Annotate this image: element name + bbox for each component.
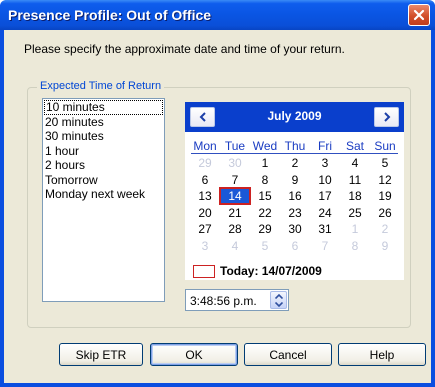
list-item[interactable]: 10 minutes bbox=[44, 100, 163, 115]
instruction-text: Please specify the approximate date and … bbox=[24, 42, 345, 56]
today-label: Today: 14/07/2009 bbox=[220, 264, 322, 278]
prev-month-button[interactable] bbox=[190, 107, 215, 127]
calendar-day[interactable]: 30 bbox=[280, 221, 310, 237]
weekday-label: Wed bbox=[252, 139, 278, 153]
skip-etr-button[interactable]: Skip ETR bbox=[59, 343, 143, 366]
weekday-label: Sun bbox=[374, 139, 396, 153]
dialog-window: Presence Profile: Out of Office Please s… bbox=[0, 0, 435, 387]
next-month-button[interactable] bbox=[374, 107, 399, 127]
calendar-day[interactable]: 4 bbox=[220, 238, 250, 254]
time-spinner[interactable] bbox=[270, 291, 287, 309]
month-calendar[interactable]: July 2009 Mon Tue Wed Thu Fri Sat Sun 29 30 1 2 3 4… bbox=[185, 102, 404, 280]
dialog-client: Please specify the approximate date and … bbox=[4, 30, 431, 383]
calendar-day[interactable]: 25 bbox=[340, 205, 370, 221]
calendar-day[interactable]: 3 bbox=[190, 238, 220, 254]
list-item[interactable]: 30 minutes bbox=[43, 129, 164, 144]
calendar-day[interactable]: 6 bbox=[190, 172, 220, 188]
calendar-day[interactable]: 17 bbox=[310, 188, 340, 204]
calendar-day[interactable]: 27 bbox=[190, 221, 220, 237]
calendar-day[interactable]: 13 bbox=[190, 188, 220, 204]
list-item[interactable]: Tomorrow bbox=[43, 173, 164, 188]
calendar-day[interactable]: 14 bbox=[219, 187, 251, 205]
weekday-header: Mon Tue Wed Thu Fri Sat Sun bbox=[190, 139, 400, 153]
today-marker-icon bbox=[193, 264, 215, 278]
calendar-day[interactable]: 20 bbox=[190, 205, 220, 221]
weekday-label: Sat bbox=[345, 139, 364, 153]
duration-list[interactable]: 10 minutes 20 minutes 30 minutes 1 hour … bbox=[42, 98, 165, 302]
calendar-day[interactable]: 8 bbox=[250, 172, 280, 188]
chevron-right-icon bbox=[383, 112, 390, 122]
calendar-day[interactable]: 5 bbox=[370, 155, 400, 171]
calendar-day[interactable]: 19 bbox=[370, 188, 400, 204]
calendar-day[interactable]: 18 bbox=[340, 188, 370, 204]
calendar-day[interactable]: 6 bbox=[280, 238, 310, 254]
title-bar[interactable]: Presence Profile: Out of Office bbox=[0, 0, 435, 30]
window-title: Presence Profile: Out of Office bbox=[8, 7, 212, 23]
calendar-month-title[interactable]: July 2009 bbox=[225, 109, 364, 123]
calendar-day[interactable]: 9 bbox=[280, 172, 310, 188]
calendar-day[interactable]: 12 bbox=[370, 172, 400, 188]
calendar-day[interactable]: 30 bbox=[220, 155, 250, 171]
time-value[interactable]: 3:48:56 p.m. bbox=[190, 294, 257, 308]
calendar-day[interactable]: 21 bbox=[220, 205, 250, 221]
close-icon bbox=[413, 9, 425, 21]
weekday-label: Mon bbox=[193, 139, 217, 153]
list-item[interactable]: 1 hour bbox=[43, 144, 164, 159]
chevron-left-icon bbox=[199, 112, 206, 122]
calendar-day[interactable]: 15 bbox=[250, 188, 280, 204]
calendar-day[interactable]: 22 bbox=[250, 205, 280, 221]
list-item[interactable]: Monday next week bbox=[43, 187, 164, 202]
calendar-day[interactable]: 10 bbox=[310, 172, 340, 188]
weekday-label: Tue bbox=[224, 139, 246, 153]
ok-button[interactable]: OK bbox=[150, 343, 238, 366]
calendar-day[interactable]: 28 bbox=[220, 221, 250, 237]
caret-up-icon[interactable] bbox=[274, 293, 283, 299]
calendar-day[interactable]: 29 bbox=[250, 221, 280, 237]
calendar-day[interactable]: 23 bbox=[280, 205, 310, 221]
calendar-day[interactable]: 29 bbox=[190, 155, 220, 171]
return-time-field[interactable]: 3:48:56 p.m. bbox=[185, 289, 289, 311]
calendar-day[interactable]: 9 bbox=[370, 238, 400, 254]
close-button[interactable] bbox=[408, 4, 430, 26]
weekday-divider bbox=[191, 153, 398, 154]
calendar-day[interactable]: 7 bbox=[220, 172, 250, 188]
list-item[interactable]: 20 minutes bbox=[43, 115, 164, 130]
calendar-day[interactable]: 5 bbox=[250, 238, 280, 254]
help-button[interactable]: Help bbox=[338, 343, 426, 366]
calendar-day[interactable]: 31 bbox=[310, 221, 340, 237]
caret-down-icon[interactable] bbox=[274, 301, 283, 307]
calendar-day[interactable]: 16 bbox=[280, 188, 310, 204]
group-label: Expected Time of Return bbox=[37, 80, 165, 92]
calendar-day[interactable]: 8 bbox=[340, 238, 370, 254]
calendar-day[interactable]: 4 bbox=[340, 155, 370, 171]
calendar-day[interactable]: 26 bbox=[370, 205, 400, 221]
calendar-day[interactable]: 2 bbox=[370, 221, 400, 237]
calendar-day[interactable]: 1 bbox=[340, 221, 370, 237]
calendar-day[interactable]: 24 bbox=[310, 205, 340, 221]
today-link[interactable]: Today: 14/07/2009 bbox=[193, 264, 322, 278]
weekday-label: Thu bbox=[284, 139, 306, 153]
calendar-day[interactable]: 7 bbox=[310, 238, 340, 254]
cancel-button[interactable]: Cancel bbox=[244, 343, 332, 366]
calendar-day[interactable]: 11 bbox=[340, 172, 370, 188]
calendar-day[interactable]: 3 bbox=[310, 155, 340, 171]
calendar-header: July 2009 bbox=[185, 102, 404, 132]
calendar-day-grid[interactable]: 29 30 1 2 3 4 5 6 7 8 9 10 11 12 13 14 15 16 17 18 19 20 21 22 2… bbox=[190, 155, 400, 255]
calendar-day[interactable]: 1 bbox=[250, 155, 280, 171]
calendar-day[interactable]: 2 bbox=[280, 155, 310, 171]
list-item[interactable]: 2 hours bbox=[43, 158, 164, 173]
weekday-label: Fri bbox=[318, 139, 332, 153]
